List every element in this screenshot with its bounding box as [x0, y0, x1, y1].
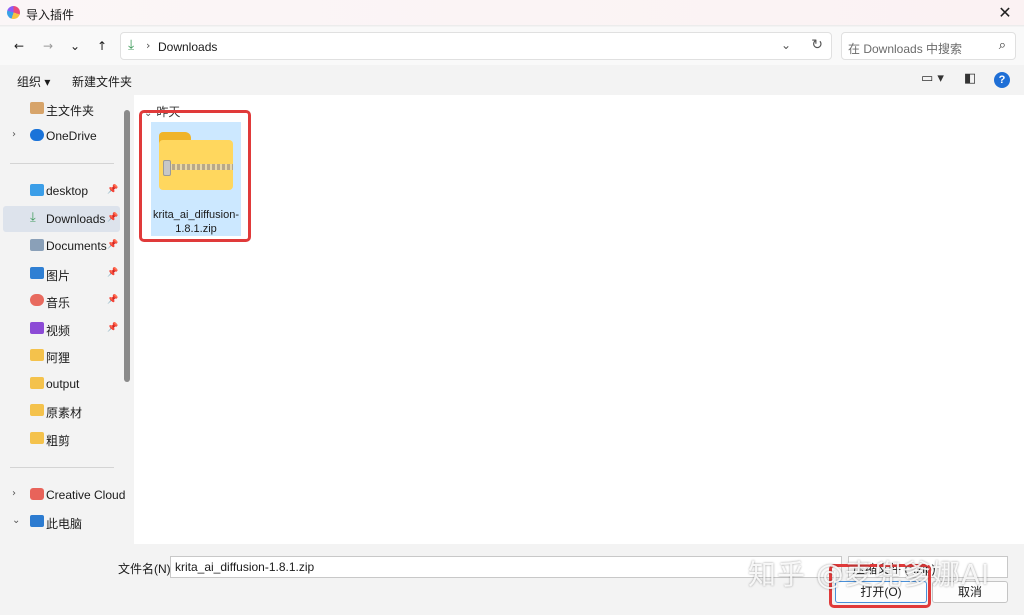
- creative-cloud-icon: [30, 488, 44, 500]
- sidebar-divider: [10, 467, 114, 468]
- title-bar: 导入插件 ✕: [0, 0, 1024, 26]
- app-icon: [7, 6, 20, 19]
- pin-icon: 📌: [107, 185, 119, 195]
- filename-label: 文件名(N):: [118, 562, 174, 576]
- sidebar-item-desktop[interactable]: desktop 📌: [3, 178, 120, 204]
- sidebar-item-documents[interactable]: Documents 📌: [3, 233, 120, 259]
- sidebar-item-label: 原素材: [46, 406, 83, 420]
- window-title: 导入插件: [26, 8, 75, 22]
- sidebar-item-creative-cloud[interactable]: › Creative Cloud: [3, 482, 125, 508]
- navigation-bar: ← → ⌄ ↑ ⤓ › Downloads ⌄ ↻ 在 Downloads 中搜…: [0, 27, 1024, 65]
- sidebar-item-label: desktop: [46, 184, 89, 198]
- video-icon: [30, 322, 44, 334]
- sidebar-item-label: 音乐: [46, 296, 71, 310]
- cloud-icon: [30, 129, 44, 141]
- refresh-icon[interactable]: ↻: [811, 37, 823, 53]
- up-arrow-icon[interactable]: ↑: [92, 36, 112, 56]
- preview-pane-icon[interactable]: ◧: [964, 71, 976, 86]
- pin-icon: 📌: [107, 268, 119, 278]
- folder-icon: [30, 432, 44, 444]
- sidebar-item-label: 图片: [46, 269, 71, 283]
- sidebar-item-label: Creative Cloud: [46, 488, 126, 502]
- command-bar: 组织 ▾ 新建文件夹 ▭ ▾ ◧: [0, 66, 1024, 94]
- file-list: ⌄ 昨天 krita_ai_diffusion-1.8.1.zip: [134, 95, 1024, 544]
- new-folder-button[interactable]: 新建文件夹: [72, 73, 132, 90]
- pin-icon: 📌: [107, 295, 119, 305]
- pin-icon: 📌: [107, 213, 119, 223]
- music-icon: [30, 294, 44, 306]
- sidebar-item-label: 视频: [46, 324, 71, 338]
- watermark: 知乎 @麦兜爹娜AI: [748, 558, 991, 591]
- organize-menu[interactable]: 组织 ▾: [17, 73, 50, 90]
- sidebar-item-videos[interactable]: 视频 📌: [3, 316, 120, 342]
- chevron-right-icon[interactable]: ›: [12, 488, 16, 499]
- folder-icon: [30, 349, 44, 361]
- search-box[interactable]: 在 Downloads 中搜索 ⌕: [841, 32, 1016, 60]
- breadcrumb-separator: ›: [146, 39, 151, 52]
- filename-field[interactable]: krita_ai_diffusion-1.8.1.zip: [170, 556, 842, 578]
- computer-icon: [30, 515, 44, 527]
- sidebar-divider: [10, 163, 114, 164]
- sidebar-item-music[interactable]: 音乐 📌: [3, 288, 120, 314]
- help-icon[interactable]: ?: [994, 72, 1010, 88]
- sidebar-scrollbar[interactable]: [124, 110, 130, 382]
- download-icon: ⤓: [128, 37, 135, 53]
- sidebar-item-label: Documents: [46, 239, 107, 253]
- sidebar-item-label: output: [46, 377, 80, 391]
- sidebar-item-source-material[interactable]: 原素材: [3, 398, 120, 424]
- sidebar-item-this-pc[interactable]: ⌄ 此电脑: [3, 509, 120, 535]
- sidebar-item-rough-cut[interactable]: 粗剪: [3, 426, 120, 452]
- sidebar-item-label: 阿狸: [46, 351, 71, 365]
- sidebar-item-downloads[interactable]: ⤓ Downloads 📌: [3, 206, 120, 232]
- sidebar-item-pictures[interactable]: 图片 📌: [3, 261, 120, 287]
- search-input[interactable]: 在 Downloads 中搜索: [848, 40, 962, 57]
- chevron-right-icon[interactable]: ›: [12, 129, 16, 140]
- pin-icon: 📌: [107, 323, 119, 333]
- folder-icon: [30, 377, 44, 389]
- sidebar-item-label: OneDrive: [46, 129, 97, 143]
- sidebar-item-label: 粗剪: [46, 434, 71, 448]
- sidebar-item-onedrive[interactable]: › OneDrive: [3, 123, 120, 149]
- pictures-icon: [30, 267, 44, 279]
- sidebar-item-label: 此电脑: [46, 517, 83, 531]
- sidebar-item-home[interactable]: 主文件夹: [3, 96, 120, 122]
- chevron-down-icon[interactable]: ⌄: [12, 515, 20, 526]
- view-options-icon[interactable]: ▭ ▾: [921, 71, 944, 86]
- chevron-down-icon[interactable]: ⌄: [65, 36, 85, 56]
- annotation-highlight-file: [139, 110, 251, 242]
- download-icon: ⤓: [30, 210, 36, 225]
- close-icon[interactable]: ✕: [994, 3, 1016, 23]
- filename-value: krita_ai_diffusion-1.8.1.zip: [175, 560, 315, 574]
- address-dropdown-icon[interactable]: ⌄: [781, 38, 791, 52]
- home-icon: [30, 102, 44, 114]
- pin-icon: 📌: [107, 240, 119, 250]
- address-bar[interactable]: ⤓ › Downloads ⌄ ↻: [120, 32, 832, 60]
- navigation-pane: 主文件夹 › OneDrive desktop 📌 ⤓ Downloads 📌 …: [0, 95, 125, 544]
- search-icon[interactable]: ⌕: [999, 38, 1006, 53]
- sidebar-item-label: Downloads: [46, 212, 106, 226]
- desktop-icon: [30, 184, 44, 196]
- forward-arrow-icon[interactable]: →: [38, 36, 58, 56]
- document-icon: [30, 239, 44, 251]
- breadcrumb-downloads[interactable]: Downloads: [158, 40, 217, 54]
- sidebar-item-ali[interactable]: 阿狸: [3, 343, 120, 369]
- folder-icon: [30, 404, 44, 416]
- back-arrow-icon[interactable]: ←: [9, 36, 29, 56]
- sidebar-item-output[interactable]: output: [3, 371, 120, 397]
- sidebar-item-label: 主文件夹: [46, 104, 95, 118]
